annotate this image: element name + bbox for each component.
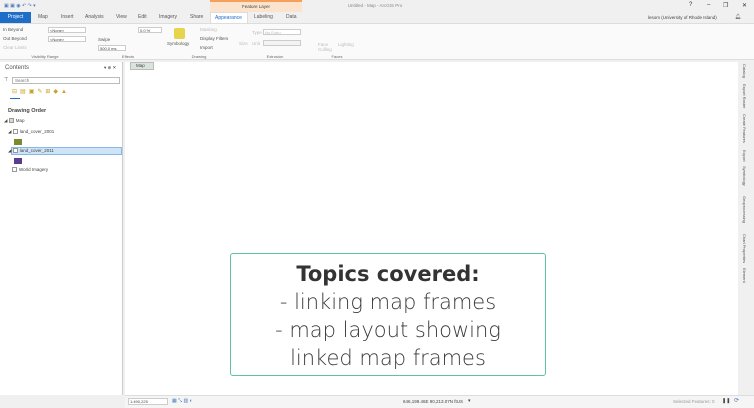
tab-analysis[interactable]: Analysis [81,12,108,23]
lighting-button[interactable]: Lighting [338,42,354,47]
tab-data[interactable]: Data [282,12,301,23]
symbol-swatch [14,158,22,164]
layer-land-cover-2001[interactable]: ◢ land_cover_2001 [8,129,54,135]
pane-tab-catalog[interactable]: Catalog [742,64,747,78]
right-pane-tabs: Catalog Export Raster Create Features Ex… [740,62,754,395]
swipe-button[interactable]: Swipe [98,37,110,42]
quick-access-icons[interactable]: ▣ ▣ ◉ ↶ ↷ ▾ [4,3,36,9]
face-culling-button[interactable]: Face Culling [318,42,334,52]
extrusion-type-label: Type [252,30,262,35]
contents-title: Contents [5,65,30,71]
close-button[interactable]: ✕ [742,2,747,9]
group-faces: Faces [331,54,343,59]
pane-tab-export[interactable]: Export [742,150,747,162]
scale-select[interactable]: 1:490,225 [128,398,168,405]
topics-textbox: Topics covered: - linking map frames - m… [230,253,546,376]
pause-icon[interactable]: ❚❚ [722,398,730,404]
coordinate-format-dropdown[interactable]: ▾ [468,398,471,404]
group-effects: Effects [121,54,135,59]
coordinates-readout: 646,199.46E 90,213.07N ftUS [403,399,464,404]
contents-pane: Contents ▾ ⊕ ✕ ⊤ ⊟▤▣✎⊞◆▲ Drawing Order ◢… [0,62,123,395]
status-bar: 1:490,225 ▦ ⤡ ▥ ◐ 646,199.46E 90,213.07N… [125,395,754,408]
tab-map[interactable]: Map [34,12,52,23]
selected-features-count[interactable]: Selected Features: 0 [673,399,715,404]
flicker-input[interactable]: 500.0 ms [98,45,126,51]
tab-imagery[interactable]: Imagery [155,12,181,23]
tab-share[interactable]: Share [186,12,207,23]
extrusion-unit-label: Unit [252,41,261,46]
pane-controls[interactable]: ▾ ⊕ ✕ [104,65,116,71]
topics-heading: Topics covered: [296,262,480,286]
extrusion-type-select[interactable]: No Extru [263,29,301,35]
display-filters-button[interactable]: Display Filters [200,36,228,41]
pane-tab-export-raster[interactable]: Export Raster [742,84,747,108]
tab-edit[interactable]: Edit [134,12,151,23]
topic-line: linked map frames [290,346,486,370]
drawing-order-heading: Drawing Order [8,108,47,114]
layer-land-cover-2011[interactable]: ◢ land_cover_2011 [8,148,54,154]
tab-project[interactable]: Project [0,12,31,23]
contents-search-input[interactable] [12,77,120,84]
pane-tab-chart-properties[interactable]: Chart Properties [742,234,747,263]
group-extrusion: Extrusion [266,54,284,59]
view-tools-icons[interactable]: ▦ ⤡ ▥ ◐ [172,398,193,404]
notification-icon[interactable]: 🔔︎ [735,14,741,20]
filter-icon[interactable]: ⊤ [4,77,8,83]
ribbon-tabs: Project Map Insert Analysis View Edit Im… [0,12,754,23]
transparency-input[interactable]: 0.0 % [138,27,162,33]
extrusion-size-button[interactable]: Size [239,41,248,46]
symbology-icon [174,28,185,39]
topic-line: - map layout showing [275,318,501,342]
tab-labeling[interactable]: Labeling [250,12,277,23]
refresh-icon[interactable]: ⟳ [734,397,739,404]
pane-tab-symbology[interactable]: Symbology [742,166,747,186]
pane-tab-geoprocessing[interactable]: Geoprocessing [742,196,747,223]
symbol-swatch [14,139,22,145]
active-view-underline [10,98,20,99]
restore-button[interactable]: ❐ [723,2,728,9]
extrusion-unit-select[interactable] [263,40,301,46]
min-scale-select[interactable]: <None> [48,27,86,33]
out-beyond-button[interactable]: Out Beyond [3,36,27,41]
import-button[interactable]: Import [200,45,213,50]
ribbon: In Beyond Out Beyond Clear Limits <None>… [0,23,754,60]
max-scale-select[interactable]: <None> [48,36,86,42]
layer-map[interactable]: ◢ Map [4,118,24,124]
contents-view-icons[interactable]: ⊟▤▣✎⊞◆▲ [12,88,70,95]
clear-limits-button[interactable]: Clear Limits [3,45,27,50]
symbology-button[interactable]: Symbology [167,41,189,46]
in-beyond-button[interactable]: In Beyond [3,27,23,32]
tab-insert[interactable]: Insert [57,12,78,23]
tab-map-view[interactable]: Map [130,62,154,70]
group-drawing: Drawing [191,54,207,59]
topic-line: - linking map frames [279,290,497,314]
layer-world-imagery[interactable]: World Imagery [12,167,48,173]
window-title: Untitled - Map - ArcGIS Pro [347,3,403,8]
tab-view[interactable]: View [112,12,131,23]
pane-tab-element[interactable]: Element [742,268,747,283]
title-bar: ▣ ▣ ◉ ↶ ↷ ▾ Feature Layer Untitled - Map… [0,0,754,12]
user-account[interactable]: lesom (University of Rhode Island) [648,15,717,20]
group-visibility-range: Visibility Range [31,54,59,59]
help-button[interactable]: ? [689,2,692,8]
context-tab-label: Feature Layer [210,0,302,12]
minimize-button[interactable]: – [707,2,710,8]
masking-button[interactable]: Masking [200,27,217,32]
pane-tab-create-features[interactable]: Create Features [742,114,747,143]
tab-appearance[interactable]: Appearance [210,12,248,23]
